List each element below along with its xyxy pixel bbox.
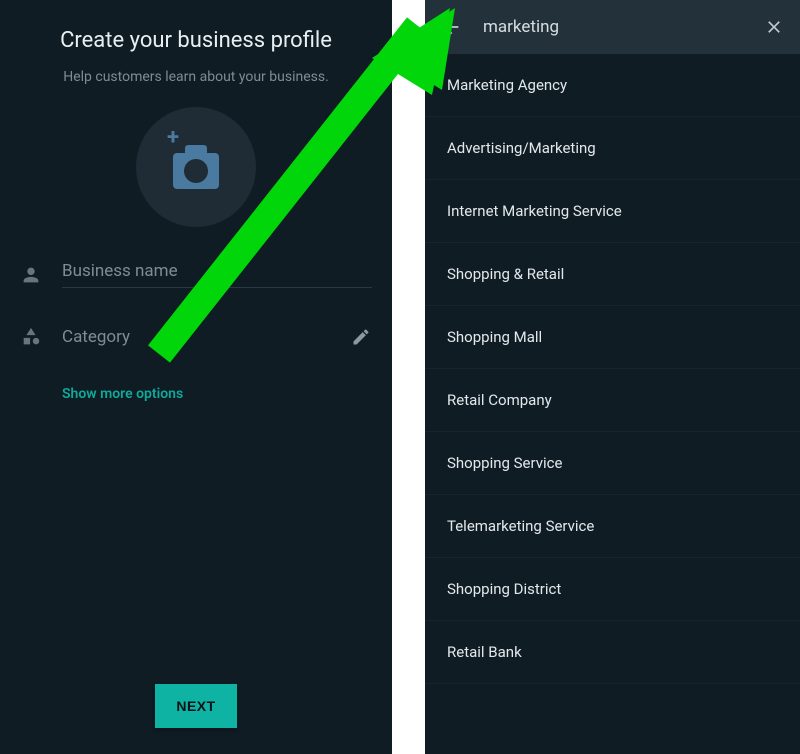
category-field[interactable]: Category xyxy=(20,326,372,348)
category-icon xyxy=(20,326,42,348)
list-item[interactable]: Retail Company xyxy=(425,369,800,432)
list-item[interactable]: Advertising/Marketing xyxy=(425,117,800,180)
add-photo-button[interactable]: + xyxy=(136,107,256,227)
list-item[interactable]: Shopping District xyxy=(425,558,800,621)
back-button[interactable] xyxy=(439,16,463,38)
clear-search-button[interactable] xyxy=(762,17,786,37)
page-title: Create your business profile xyxy=(0,0,392,53)
edit-category-button[interactable] xyxy=(350,327,372,347)
show-more-options-link[interactable]: Show more options xyxy=(20,386,372,402)
person-icon xyxy=(20,264,42,286)
list-item[interactable]: Internet Marketing Service xyxy=(425,180,800,243)
create-profile-screen: Create your business profile Help custom… xyxy=(0,0,392,754)
business-name-field[interactable]: Business name xyxy=(20,261,372,288)
category-placeholder: Category xyxy=(62,327,330,347)
search-input[interactable]: marketing xyxy=(483,17,742,37)
business-name-placeholder: Business name xyxy=(62,261,178,281)
search-results-list: Marketing Agency Advertising/Marketing I… xyxy=(425,54,800,684)
list-item[interactable]: Shopping Service xyxy=(425,432,800,495)
list-item[interactable]: Telemarketing Service xyxy=(425,495,800,558)
category-search-screen: marketing Marketing Agency Advertising/M… xyxy=(425,0,800,754)
camera-plus-icon: + xyxy=(173,145,219,189)
next-button[interactable]: NEXT xyxy=(155,684,237,728)
page-subtitle: Help customers learn about your business… xyxy=(0,69,392,85)
list-item[interactable]: Retail Bank xyxy=(425,621,800,684)
list-item[interactable]: Shopping & Retail xyxy=(425,243,800,306)
form-area: Business name Category Show more options xyxy=(0,227,392,402)
search-bar: marketing xyxy=(425,0,800,54)
list-item[interactable]: Marketing Agency xyxy=(425,54,800,117)
list-item[interactable]: Shopping Mall xyxy=(425,306,800,369)
